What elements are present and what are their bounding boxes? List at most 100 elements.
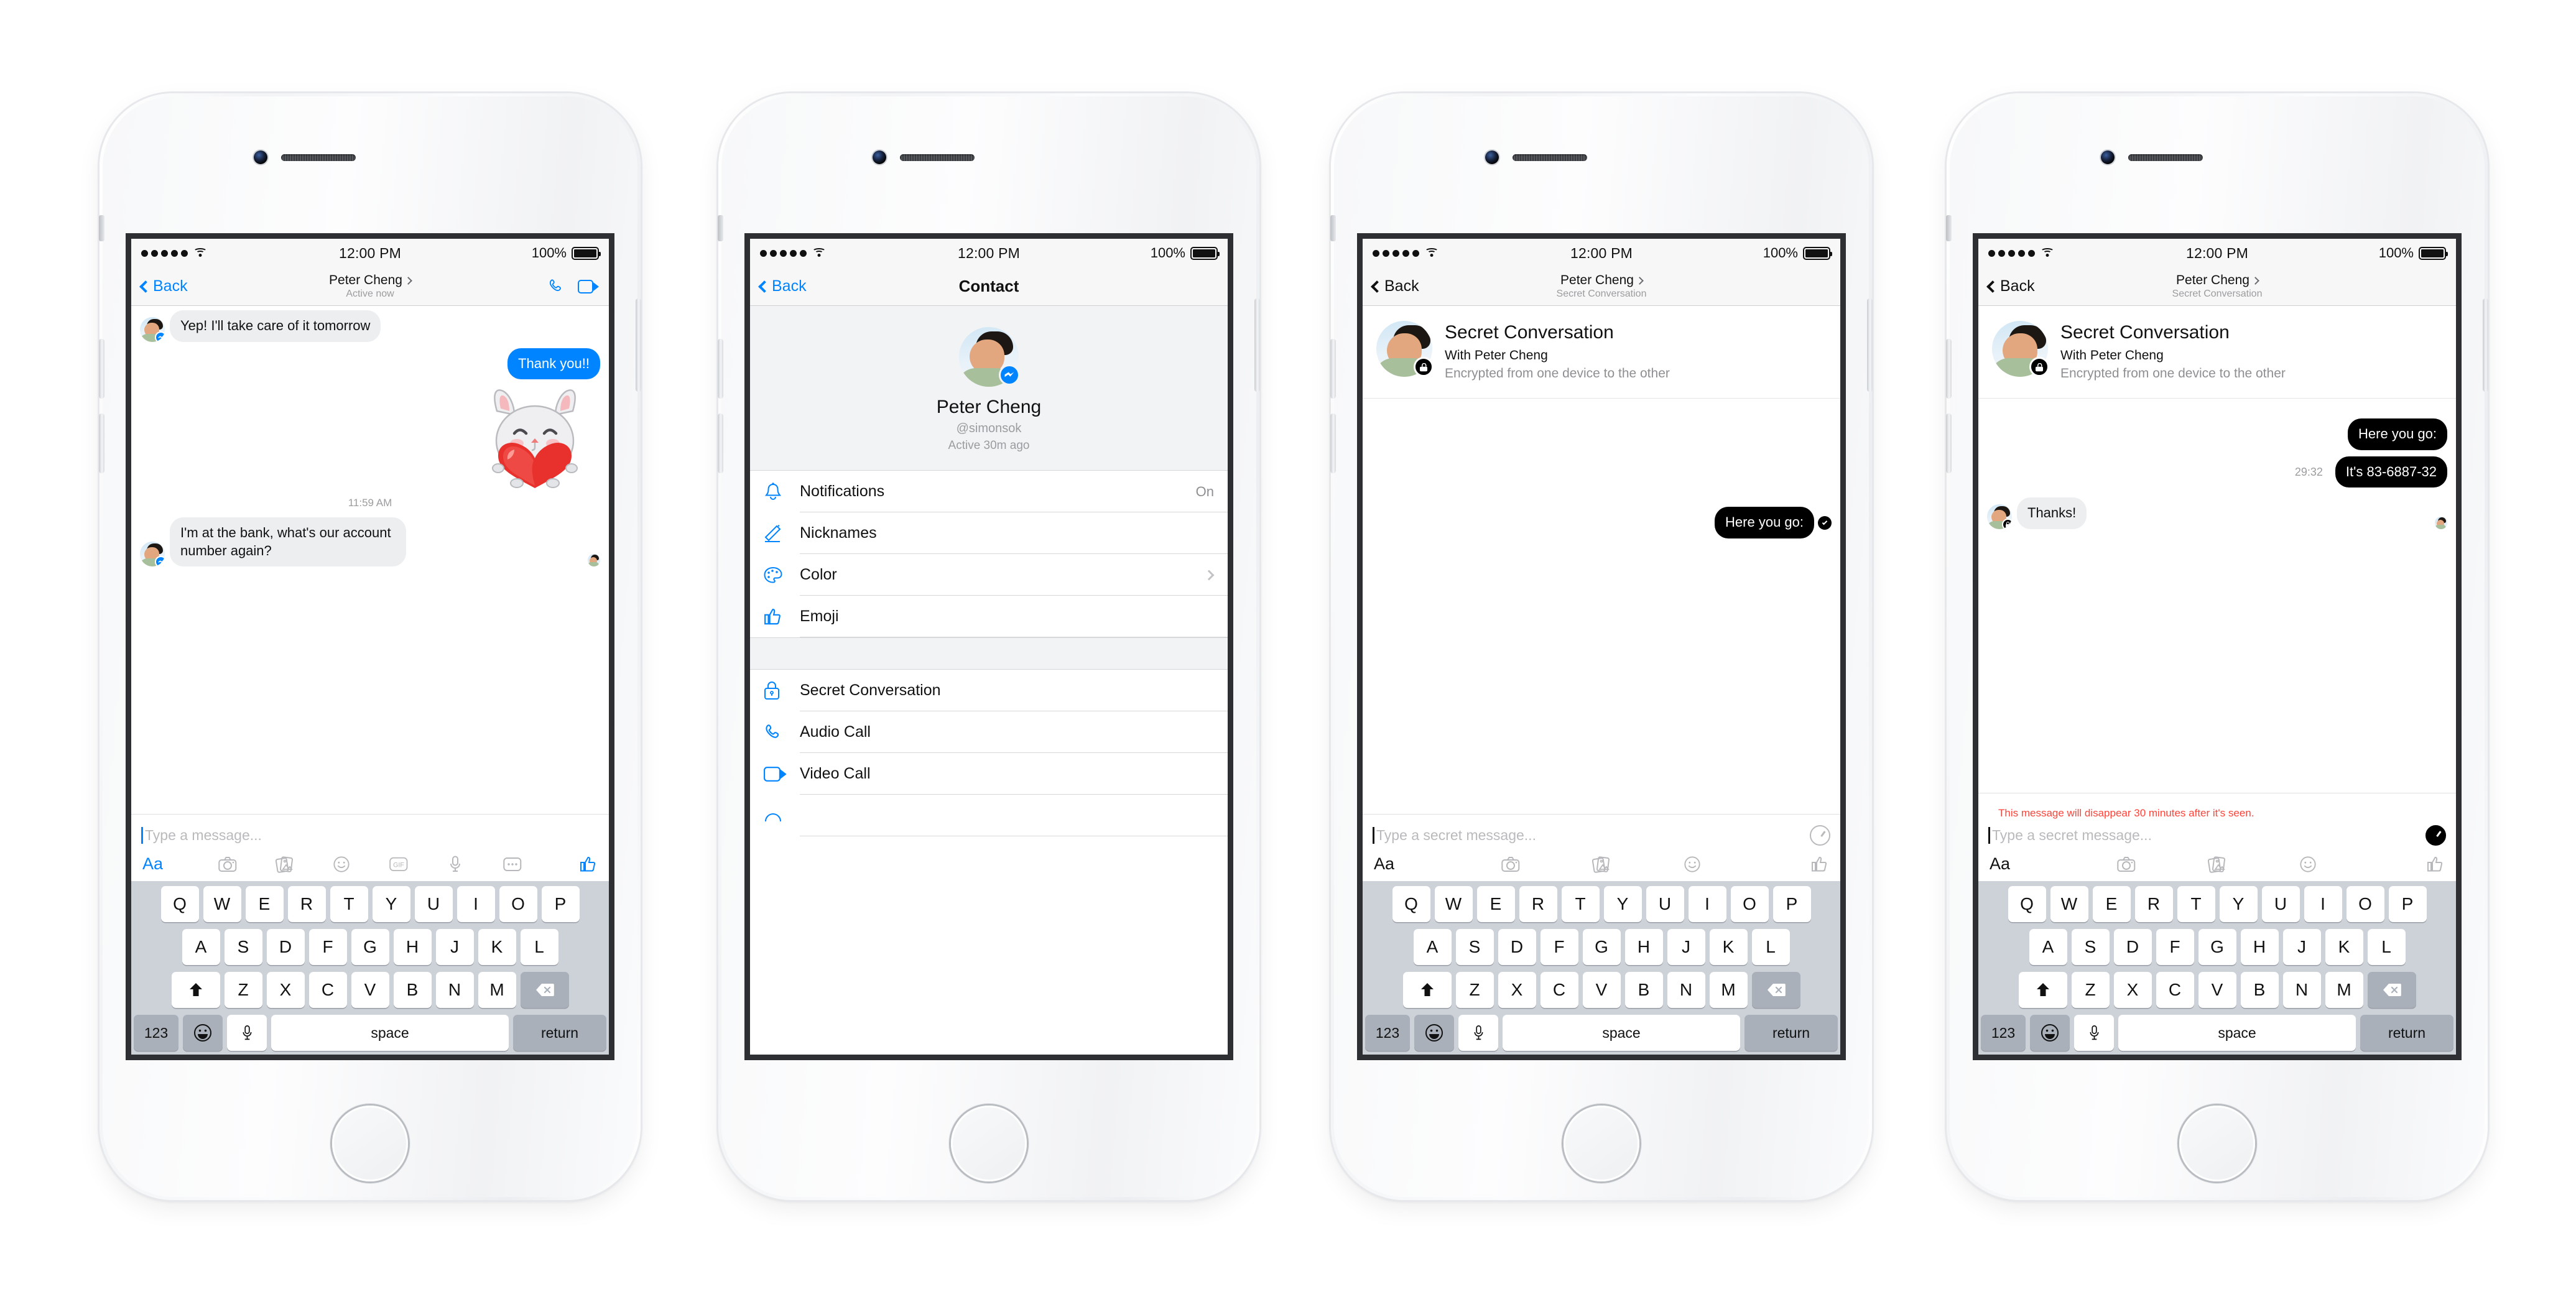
key-R[interactable]: R [287,886,326,922]
key-G[interactable]: G [1582,929,1621,965]
key-P[interactable]: P [2388,886,2427,922]
key-E[interactable]: E [245,886,284,922]
key-H[interactable]: H [2240,929,2279,965]
key-G[interactable]: G [351,929,389,965]
volume-down-button[interactable] [99,413,104,473]
video-camera-icon[interactable] [578,279,599,293]
back-button[interactable]: Back [758,277,807,295]
key-D[interactable]: D [2113,929,2152,965]
volume-up-button[interactable] [1330,339,1336,399]
key-E[interactable]: E [2092,886,2131,922]
avatar[interactable] [959,327,1020,387]
space-key[interactable]: space [271,1015,509,1051]
power-button[interactable] [636,298,641,392]
key-F[interactable]: F [1540,929,1578,965]
key-K[interactable]: K [478,929,516,965]
text-format-icon[interactable]: Aa [1990,854,2080,874]
camera-icon[interactable] [2080,856,2171,873]
delete-key[interactable] [2367,972,2416,1008]
message-thread[interactable]: Here you go: [1363,399,1840,814]
volume-down-button[interactable] [718,413,723,473]
key-H[interactable]: H [393,929,432,965]
key-J[interactable]: J [435,929,474,965]
message-input[interactable]: Type a secret message... [1373,822,1830,848]
key-T[interactable]: T [1561,886,1600,922]
shift-key[interactable] [171,972,220,1008]
key-F[interactable]: F [308,929,347,965]
volume-down-button[interactable] [1946,413,1952,473]
key-O[interactable]: O [2346,886,2384,922]
key-W[interactable]: W [2050,886,2088,922]
key-X[interactable]: X [1498,972,1536,1008]
thumbs-up-icon[interactable] [541,856,598,873]
key-T[interactable]: T [330,886,368,922]
message-input[interactable]: Type a secret message... [1988,822,2446,848]
delete-key[interactable] [520,972,569,1008]
home-button[interactable] [1564,1106,1639,1181]
photos-icon[interactable] [2172,856,2263,873]
message-input[interactable]: Type a message... [141,822,599,848]
silent-switch[interactable] [718,215,723,241]
virtual-keyboard[interactable]: Q W E R T Y U I O P A S D F G H J K L Z … [1363,881,1840,1055]
key-P[interactable]: P [1772,886,1811,922]
virtual-keyboard[interactable]: Q W E R T Y U I O P A S D F G H J K L Z … [131,881,609,1055]
phone-icon[interactable] [548,278,564,295]
message-thread[interactable]: Here you go: 29:32 It's 83-6887-32 Thank… [1978,399,2456,793]
conversation-title-block[interactable]: Peter Cheng Secret Conversation [1363,273,1840,300]
key-C[interactable]: C [2156,972,2194,1008]
delete-key[interactable] [1751,972,1800,1008]
key-S[interactable]: S [224,929,262,965]
key-B[interactable]: B [1624,972,1663,1008]
shift-key[interactable] [1402,972,1452,1008]
key-S[interactable]: S [2071,929,2110,965]
back-button[interactable]: Back [139,277,188,295]
key-D[interactable]: D [266,929,305,965]
timer-icon-active[interactable] [2425,825,2446,846]
volume-up-button[interactable] [1946,339,1952,399]
key-V[interactable]: V [351,972,389,1008]
key-N[interactable]: N [435,972,474,1008]
text-format-icon[interactable]: Aa [142,854,200,874]
key-I[interactable]: I [1688,886,1726,922]
more-icon[interactable] [484,856,541,873]
thumbs-up-icon[interactable] [1738,856,1829,873]
key-T[interactable]: T [2177,886,2215,922]
emoji-icon[interactable] [1647,856,1738,873]
key-B[interactable]: B [393,972,432,1008]
silent-switch[interactable] [1946,215,1952,241]
return-key[interactable]: return [1744,1015,1838,1051]
list-item-emoji[interactable]: Emoji [750,596,1228,637]
emoji-key[interactable] [2030,1015,2070,1051]
shift-key[interactable] [2018,972,2067,1008]
key-N[interactable]: N [1667,972,1705,1008]
key-M[interactable]: M [2325,972,2363,1008]
dictation-key[interactable] [1458,1015,1498,1051]
key-H[interactable]: H [1624,929,1663,965]
key-A[interactable]: A [1413,929,1452,965]
key-W[interactable]: W [203,886,241,922]
conversation-title-block[interactable]: Peter Cheng Secret Conversation [1978,273,2456,300]
key-F[interactable]: F [2156,929,2194,965]
key-C[interactable]: C [308,972,347,1008]
key-Z[interactable]: Z [2071,972,2110,1008]
list-item-nicknames[interactable]: Nicknames [750,512,1228,554]
key-A[interactable]: A [182,929,220,965]
key-Z[interactable]: Z [224,972,262,1008]
key-X[interactable]: X [266,972,305,1008]
silent-switch[interactable] [99,215,104,241]
space-key[interactable]: space [2118,1015,2356,1051]
key-P[interactable]: P [541,886,580,922]
thumbs-up-icon[interactable] [2354,856,2445,873]
key-R[interactable]: R [1519,886,1557,922]
volume-down-button[interactable] [1330,413,1336,473]
key-N[interactable]: N [2282,972,2321,1008]
return-key[interactable]: return [2360,1015,2453,1051]
key-K[interactable]: K [1709,929,1748,965]
photos-icon[interactable] [256,856,313,873]
text-format-icon[interactable]: Aa [1374,854,1465,874]
volume-up-button[interactable] [718,339,723,399]
key-E[interactable]: E [1476,886,1515,922]
key-Q[interactable]: Q [1392,886,1430,922]
key-X[interactable]: X [2113,972,2152,1008]
key-Q[interactable]: Q [2008,886,2046,922]
